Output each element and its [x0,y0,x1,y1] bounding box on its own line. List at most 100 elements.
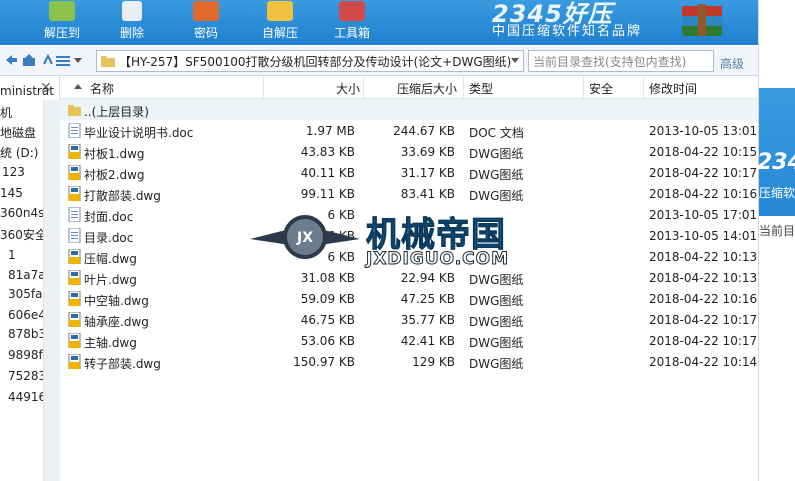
col-type[interactable]: 类型 [469,80,493,97]
file-modified: 2018-04-22 10:17: [649,166,762,180]
file-type: DWG图纸 [469,168,524,182]
file-size: 99.11 KB [300,187,355,201]
file-type: DWG图纸 [469,189,524,203]
doc-icon [68,207,81,222]
file-modified: 2013-10-05 17:01: [649,208,762,222]
path-field[interactable]: 【HY-257】SF500100打散分级机回转部分及传动设计(论文+DWG图纸) [96,50,524,72]
file-size: 150.97 KB [293,355,355,369]
table-row[interactable]: 毕业设计说明书.doc 1.97 MB 244.67 KB DOC 文档 2013-10… [60,120,761,141]
file-modified: 2018-04-22 10:16: [649,187,762,201]
table-row[interactable]: 封面.doc 6 KB 2013-10-05 17:01: [60,204,762,225]
col-name[interactable]: 名称 [90,80,114,97]
dwg-icon [68,333,81,348]
dwg-icon [68,354,81,369]
file-name: 衬板2.dwg [84,168,145,182]
table-row[interactable]: 叶片.dwg 31.08 KB 22.94 KB DWG图纸 2018-04-22 10… [60,267,762,288]
file-name: 叶片.dwg [84,273,137,287]
view-dropdown-icon[interactable] [74,58,82,64]
file-modified: 2018-04-22 10:17: [649,334,762,348]
view-list-icon[interactable] [56,55,70,67]
tree-scrollbar[interactable] [43,100,60,481]
file-name: 中空轴.dwg [84,294,149,308]
file-packed-size: 83.41 KB [400,187,455,201]
tree-item[interactable]: 75283 [8,369,46,383]
file-type: DWG图纸 [469,294,524,308]
tree-item[interactable]: 606e4 [8,308,46,322]
tree-item[interactable]: 地磁盘 [0,124,36,141]
up-folder-icon[interactable] [22,54,36,67]
file-size: 6 KB [327,229,355,243]
self-extract-button[interactable]: 自解压 [256,0,304,45]
tree-item[interactable]: 878b3 [8,327,46,341]
file-name: ..(上层目录) [84,105,149,119]
self-extract-icon [267,1,293,21]
file-name: 压帽.dwg [84,252,137,266]
background-window: 2345 压缩软 当前目 [757,0,795,481]
advanced-search-link[interactable]: 高级 [720,55,744,72]
tree-item[interactable]: 360安全 [0,226,47,243]
toolbox-button[interactable]: 工具箱 [328,0,376,45]
file-packed-size: 244.67 KB [393,124,455,138]
extract-to-button[interactable]: 解压到 [36,0,88,45]
file-type: DWG图纸 [469,147,524,161]
back-icon[interactable] [4,54,18,67]
table-row[interactable]: 衬板2.dwg 40.11 KB 31.17 KB DWG图纸 2018-04-22 1… [60,162,762,183]
table-row[interactable]: 目录.doc 6 KB 2013-10-05 14:01: [60,225,761,246]
file-packed-size: 35.77 KB [400,313,455,327]
table-row[interactable]: 中空轴.dwg 59.09 KB 47.25 KB DWG图纸 2018-04-22 1… [60,288,761,309]
file-size: 59.09 KB [300,292,355,306]
file-packed-size: 33.69 KB [400,145,455,159]
file-size: 31.08 KB [300,271,355,285]
file-name: 主轴.dwg [84,336,137,350]
delete-label: 删除 [119,26,144,40]
password-button[interactable]: 密码 [184,0,228,45]
file-type: DWG图纸 [469,273,524,287]
bg-path: 当前目 [759,224,795,238]
table-row[interactable]: 转子部装.dwg 150.97 KB 129 KB DWG图纸 2018-04-22 1… [60,351,761,372]
sort-up-icon [74,84,82,89]
path-dropdown-icon[interactable] [511,58,519,64]
tree-item[interactable]: 统 (D:) [0,144,38,161]
file-name: 打散部装.dwg [84,189,161,203]
col-packed[interactable]: 压缩后大小 [397,80,457,97]
table-row[interactable]: 主轴.dwg 53.06 KB 42.41 KB DWG图纸 2018-04-22 10… [60,330,762,351]
search-input[interactable]: 当前目录查找(支持包内查找) [528,50,714,72]
share-icon[interactable] [42,54,54,67]
tree-item[interactable]: 44916 [8,390,46,404]
folder-icon [68,105,81,116]
col-modified[interactable]: 修改时间 [649,80,697,97]
tree-item[interactable]: 81a7a [8,268,46,282]
tree-item[interactable]: 9898f [8,348,43,362]
tree-item[interactable]: 1 [8,248,16,262]
file-modified: 2018-04-22 10:17: [649,313,762,327]
tree-item[interactable]: 123 [2,165,25,179]
dwg-icon [68,144,81,159]
file-size: 53.06 KB [300,334,355,348]
table-row[interactable]: 打散部装.dwg 99.11 KB 83.41 KB DWG图纸 2018-04-22 … [60,183,762,204]
table-row[interactable]: 衬板1.dwg 43.83 KB 33.69 KB DWG图纸 2018-04-22 1… [60,141,761,162]
tree-item[interactable]: 360n4s [0,206,44,220]
extract-icon [49,1,75,21]
tree-item[interactable]: 机 [0,104,12,121]
file-type: DWG图纸 [469,315,524,329]
dwg-icon [68,270,81,285]
col-security[interactable]: 安全 [589,80,613,97]
toolbox-label: 工具箱 [333,26,370,40]
file-modified: 2018-04-22 10:13: [649,271,762,285]
col-size[interactable]: 大小 [336,80,360,97]
parent-directory-row[interactable]: ..(上层目录) [60,99,758,120]
tree-item[interactable]: 145 [0,186,23,200]
file-name: 毕业设计说明书.doc [84,126,194,140]
bg-slogan: 压缩软 [759,186,795,200]
dwg-icon [68,165,81,180]
delete-button[interactable]: 删除 [110,0,154,45]
file-type: DWG图纸 [469,336,524,350]
file-list: 名称 大小 压缩后大小 类型 安全 修改时间 ..(上层目录) 毕业设计说明书.d… [60,76,762,481]
table-row[interactable]: 轴承座.dwg 46.75 KB 35.77 KB DWG图纸 2018-04-22 1… [60,309,762,330]
dwg-icon [68,249,81,264]
table-row[interactable]: 压帽.dwg 6 KB 2018-04-22 10:13: [60,246,761,267]
tree-item[interactable]: ministrat [0,84,54,98]
brand-slogan: 中国压缩软件知名品牌 [492,24,643,39]
tree-item[interactable]: 305fa [8,287,42,301]
list-header: 名称 大小 压缩后大小 类型 安全 修改时间 [60,76,758,99]
